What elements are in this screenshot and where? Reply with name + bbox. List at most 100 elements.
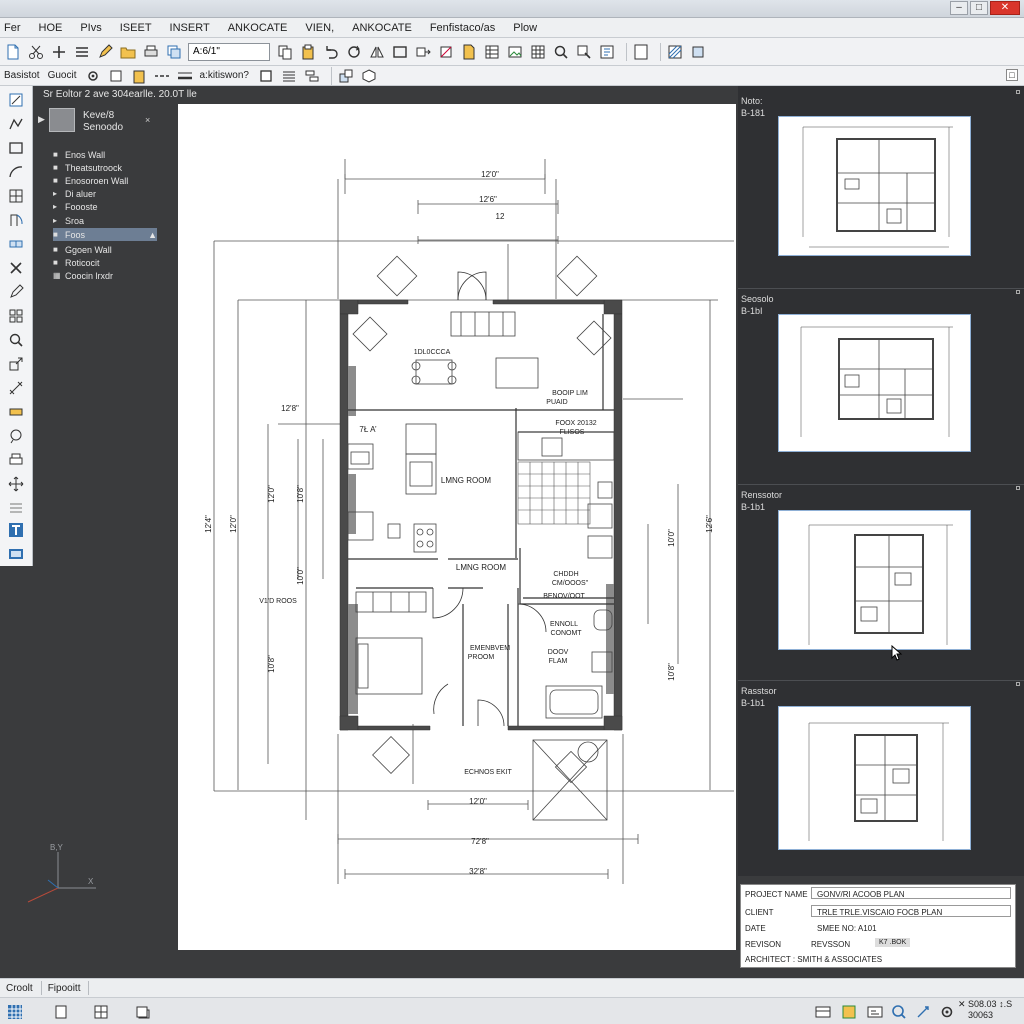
move-icon[interactable] <box>414 43 432 61</box>
expand-arrow-icon[interactable]: ▶ <box>38 114 45 125</box>
rectangle-tool-icon[interactable] <box>6 138 26 158</box>
menu-insert[interactable]: INSERT <box>170 22 210 34</box>
delete-tool-icon[interactable] <box>6 258 26 278</box>
workspace-label[interactable]: Basistot <box>4 70 40 81</box>
thumbnail-1[interactable] <box>778 314 971 452</box>
table-icon[interactable] <box>483 43 501 61</box>
menu-view[interactable]: VIEN, <box>305 22 334 34</box>
properties-icon[interactable] <box>598 43 616 61</box>
layout-icon[interactable] <box>134 1003 152 1021</box>
image-icon[interactable] <box>506 43 524 61</box>
copy-icon[interactable] <box>276 43 294 61</box>
document-icon[interactable] <box>460 43 478 61</box>
thumbnail-3[interactable] <box>778 706 971 850</box>
cube-icon[interactable] <box>360 67 378 85</box>
print-tool-icon[interactable] <box>6 450 26 470</box>
print-icon[interactable] <box>142 43 160 61</box>
lineweight-icon[interactable] <box>176 67 194 85</box>
close-icon[interactable]: × <box>145 115 150 125</box>
tree-item-7[interactable]: ■ Ggoen Wall <box>53 243 157 256</box>
edit-tool-icon[interactable] <box>6 282 26 302</box>
layers-icon[interactable] <box>165 43 183 61</box>
close-button[interactable]: ✕ <box>990 1 1020 15</box>
layer-label[interactable]: Guocit <box>48 70 77 81</box>
blank-sheet-icon[interactable] <box>632 43 650 61</box>
option-label[interactable]: a:kitiswon? <box>199 70 248 81</box>
viewport-icon[interactable] <box>814 1003 832 1021</box>
plus-icon[interactable] <box>50 43 68 61</box>
stamp-icon[interactable] <box>689 43 707 61</box>
line-tool-icon[interactable] <box>6 90 26 110</box>
stretch-tool-icon[interactable] <box>6 378 26 398</box>
lasso-tool-icon[interactable] <box>6 426 26 446</box>
scissors-icon[interactable] <box>27 43 45 61</box>
measure-tool-icon[interactable] <box>6 402 26 422</box>
zoom-tool-icon[interactable] <box>6 330 26 350</box>
door-tool-icon[interactable] <box>6 210 26 230</box>
ortho-icon[interactable] <box>866 1003 884 1021</box>
menu-file[interactable]: Fer <box>4 22 21 34</box>
list-icon[interactable] <box>73 43 91 61</box>
page-icon[interactable] <box>52 1003 70 1021</box>
thumbnail-0[interactable] <box>778 116 971 256</box>
zoom-window-icon[interactable] <box>575 43 593 61</box>
polyline-tool-icon[interactable] <box>6 114 26 134</box>
new-file-icon[interactable] <box>4 43 22 61</box>
status-mid[interactable]: Fipooitt <box>48 983 81 994</box>
rectangle-icon[interactable] <box>391 43 409 61</box>
coordinate-input[interactable] <box>188 42 270 61</box>
tree-item-8[interactable]: ■ Roticocit <box>53 256 157 269</box>
paste-icon[interactable] <box>299 43 317 61</box>
trim-icon[interactable] <box>437 43 455 61</box>
status-left[interactable]: Croolt <box>6 983 33 994</box>
minimize-button[interactable]: – <box>950 1 968 15</box>
menu-features[interactable]: Fenfistaco/as <box>430 22 495 34</box>
clipboard-icon[interactable] <box>130 67 148 85</box>
array-tool-icon[interactable] <box>6 306 26 326</box>
layer-swatch[interactable] <box>49 108 75 132</box>
tree-item-6[interactable]: ■ Foos ▲ <box>53 228 157 241</box>
tree-item-4[interactable]: ▸ Foooste <box>53 200 157 213</box>
window-tool-icon[interactable] <box>6 234 26 254</box>
thumbnail-2[interactable] <box>778 510 971 650</box>
annotation-icon[interactable] <box>914 1003 932 1021</box>
pan-tool-icon[interactable] <box>6 474 26 494</box>
menu-annotate[interactable]: ANKOCATE <box>228 22 288 34</box>
align-icon[interactable] <box>303 67 321 85</box>
hatch-icon[interactable] <box>666 43 684 61</box>
viewport-tool-icon[interactable] <box>6 544 26 564</box>
tree-item-9[interactable]: ▦ Coocin lrxdr <box>53 269 157 282</box>
drawing-sheet[interactable]: 12'0" 12'6" 12 12'0" 72'8" 32'8" 1DL0CCC… <box>178 104 736 950</box>
tree-item-1[interactable]: ■ Theatsutroock <box>53 161 157 174</box>
undo-icon[interactable] <box>322 43 340 61</box>
maximize-button[interactable]: □ <box>970 1 988 15</box>
menu-plus[interactable]: PIvs <box>80 22 101 34</box>
tree-item-3[interactable]: ▸ Di aluer <box>53 187 157 200</box>
gear-icon[interactable] <box>84 67 102 85</box>
mirror-icon[interactable] <box>368 43 386 61</box>
search-icon[interactable] <box>552 43 570 61</box>
square-icon[interactable] <box>107 67 125 85</box>
menu-annotate-2[interactable]: ANKOCATE <box>352 22 412 34</box>
toolbar-expand-icon[interactable]: □ <box>1006 69 1018 81</box>
menu-plow[interactable]: Plow <box>513 22 537 34</box>
menu-iseet[interactable]: ISEET <box>120 22 152 34</box>
grid-snap-icon[interactable] <box>6 1003 24 1021</box>
tree-item-2[interactable]: ■ Enosoroen Wall <box>53 174 157 187</box>
arc-tool-icon[interactable] <box>6 162 26 182</box>
model-icon[interactable] <box>92 1003 110 1021</box>
zoom-icon[interactable] <box>890 1003 908 1021</box>
snap-icon[interactable] <box>840 1003 858 1021</box>
wall-tool-icon[interactable] <box>6 186 26 206</box>
grid-icon[interactable] <box>529 43 547 61</box>
linetype-icon[interactable] <box>153 67 171 85</box>
rotate-icon[interactable] <box>345 43 363 61</box>
lines-icon[interactable] <box>280 67 298 85</box>
hamburger-icon[interactable] <box>6 498 26 518</box>
frame-icon[interactable] <box>257 67 275 85</box>
block-icon[interactable] <box>337 67 355 85</box>
text-tool-icon[interactable] <box>6 520 26 540</box>
tree-item-0[interactable]: ■ Enos Wall <box>53 148 157 161</box>
scale-tool-icon[interactable] <box>6 354 26 374</box>
pencil-icon[interactable] <box>96 43 114 61</box>
